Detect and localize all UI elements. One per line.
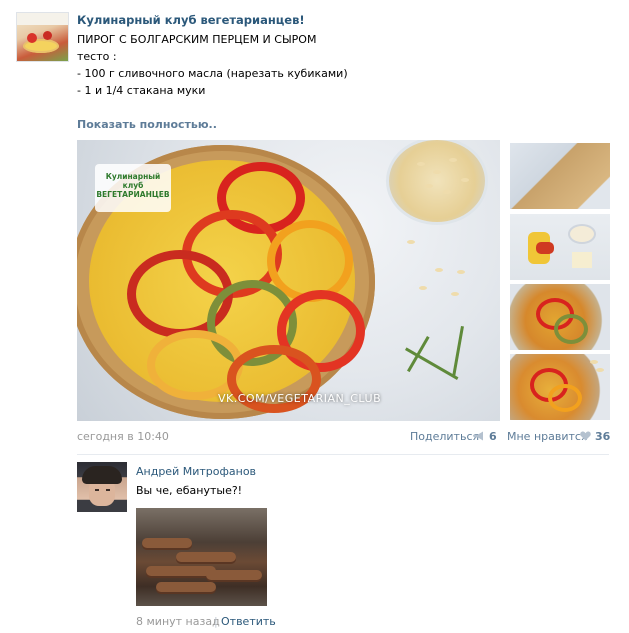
post-text-line: - 1 и 1/4 стакана муки: [77, 84, 206, 97]
post-thumbnail-dough[interactable]: [510, 143, 610, 209]
pine-nuts-bowl: [389, 140, 485, 222]
heart-icon[interactable]: [580, 431, 591, 441]
comment-author-link[interactable]: Андрей Митрофанов: [136, 465, 256, 478]
comment-text: Вы че, ебанутые?!: [136, 484, 243, 497]
post-thumbnail-tart[interactable]: [510, 284, 610, 350]
group-avatar[interactable]: [16, 12, 69, 62]
comment-meta-separator: |: [214, 615, 218, 628]
post-text-line: ПИРОГ С БОЛГАРСКИМ ПЕРЦЕМ И СЫРОМ: [77, 33, 317, 46]
post-text-line: тесто :: [77, 50, 117, 63]
like-button[interactable]: Мне нравится: [507, 430, 588, 443]
comment-author-avatar[interactable]: [77, 462, 127, 512]
reply-button[interactable]: Ответить: [221, 615, 276, 628]
like-count: 36: [595, 430, 611, 443]
comment-time-link[interactable]: 8 минут назад: [136, 615, 220, 628]
club-logo-badge: Кулинарный клуб ВЕГЕТАРИАНЦЕВ: [95, 164, 171, 212]
megaphone-icon[interactable]: [473, 431, 485, 441]
post-text: ПИРОГ С БОЛГАРСКИМ ПЕРЦЕМ И СЫРОМ тесто …: [77, 31, 527, 99]
share-button[interactable]: Поделиться: [410, 430, 479, 443]
post-text-line: - 100 г сливочного масла (нарезать кубик…: [77, 67, 348, 80]
comments-divider: [77, 454, 609, 455]
comment-photo[interactable]: [136, 508, 267, 606]
post-main-photo[interactable]: Кулинарный клуб ВЕГЕТАРИАНЦЕВ VK.COM/VEG…: [77, 140, 500, 421]
post-thumbnail-ingredients[interactable]: [510, 214, 610, 280]
photo-watermark: VK.COM/VEGETARIAN_CLUB: [218, 392, 382, 405]
post-date-link[interactable]: сегодня в 10:40: [77, 430, 169, 443]
post-thumbnail-tart-nuts[interactable]: [510, 354, 610, 420]
share-count: 6: [489, 430, 497, 443]
show-more-link[interactable]: Показать полностью..: [77, 118, 217, 131]
group-name-link[interactable]: Кулинарный клуб вегетарианцев!: [77, 13, 305, 27]
